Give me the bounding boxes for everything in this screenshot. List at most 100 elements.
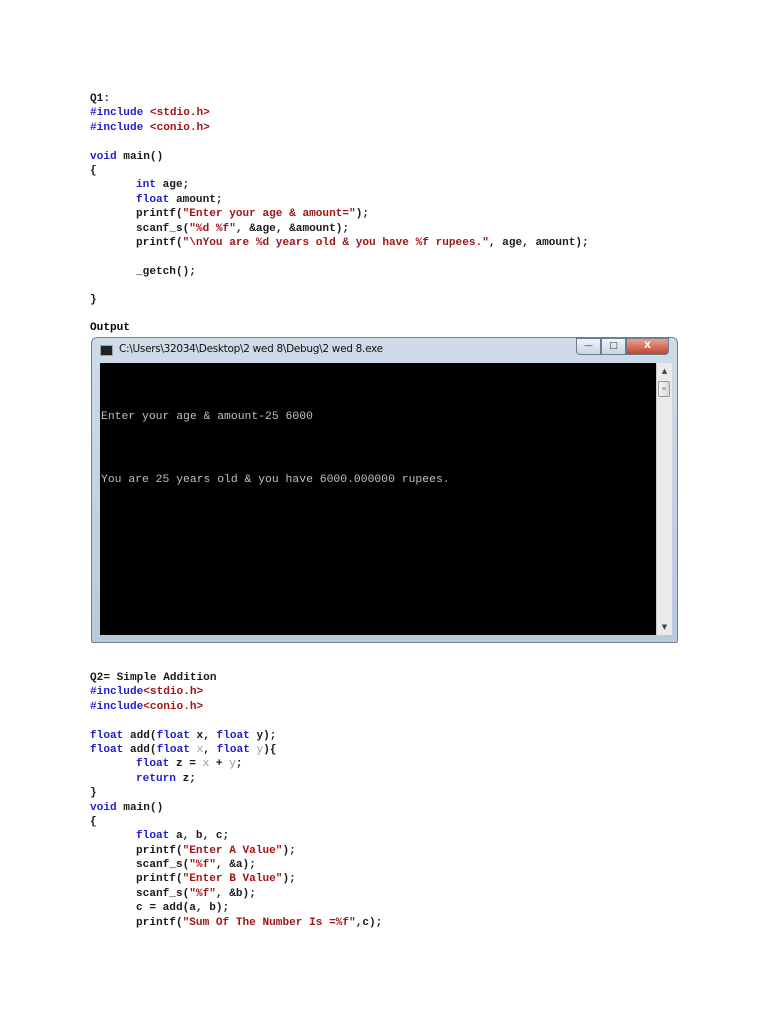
code-token: , &b); — [215, 887, 256, 900]
code-token: add( — [123, 743, 157, 756]
code-token: printf( — [136, 873, 183, 886]
code-keyword: #include — [90, 121, 150, 134]
code-string: "%f" — [189, 887, 216, 900]
console-output-line: Enter your age & amount-25 6000 — [101, 411, 313, 423]
code-token: { — [90, 164, 97, 177]
scroll-up-arrow-icon[interactable]: ▲ — [657, 364, 672, 378]
code-token: printf( — [136, 916, 183, 929]
code-line: float add(float x, float y); — [90, 729, 382, 743]
code-keyword: float — [90, 743, 124, 756]
code-token: } — [90, 787, 97, 800]
code-string: "Enter your age & amount=" — [182, 208, 356, 221]
close-button[interactable]: X — [626, 338, 669, 355]
code-token: printf( — [136, 208, 183, 221]
code-line: printf("Sum Of The Number Is =%f",c); — [90, 916, 382, 930]
code-token: + — [209, 758, 230, 771]
code-line: return z; — [90, 772, 382, 786]
code-token: c = add(a, b); — [136, 902, 230, 915]
code-token: , &a); — [215, 859, 256, 872]
code-token: ); — [355, 208, 370, 221]
code-line: float z = x + y; — [90, 757, 382, 771]
console-output-area: Enter your age & amount-25 6000 You are … — [100, 363, 656, 635]
code-line: float a, b, c; — [90, 829, 382, 843]
code-line: { — [90, 164, 589, 178]
code-token: a, b, c; — [169, 830, 230, 843]
code-line: scanf_s("%f", &a); — [90, 858, 382, 872]
code-line: printf("Enter A Value"); — [90, 844, 382, 858]
console-output-line: You are 25 years old & you have 6000.000… — [101, 474, 450, 486]
code-string: "Sum Of The Number Is =%f" — [182, 916, 356, 929]
code-string: "\nYou are %d years old & you have %f ru… — [182, 236, 489, 249]
code-line: _getch(); — [90, 265, 589, 279]
code-line: } — [90, 786, 382, 800]
code-keyword: float — [90, 729, 124, 742]
code-line: } — [90, 293, 589, 307]
console-app-icon — [100, 345, 113, 356]
code-line: void main() — [90, 801, 382, 815]
code-token: , &age, &amount); — [235, 222, 350, 235]
code-line: #include<conio.h> — [90, 700, 382, 714]
code-line: #include <conio.h> — [90, 121, 589, 135]
maximize-button[interactable]: □ — [601, 338, 626, 355]
code-token: add( — [123, 729, 157, 742]
code-keyword: float — [156, 729, 190, 742]
code-token: scanf_s( — [136, 222, 190, 235]
code-token: main() — [116, 801, 164, 814]
question-heading: Q2= Simple Addition — [90, 672, 217, 684]
code-string: <stdio.h> — [143, 686, 204, 699]
code-string: <conio.h> — [149, 121, 210, 134]
code-line: printf("\nYou are %d years old & you hav… — [90, 236, 589, 250]
vertical-scrollbar[interactable]: ▲ ≡ ▼ — [656, 363, 672, 635]
code-line: void main() — [90, 150, 589, 164]
code-line: #include<stdio.h> — [90, 685, 382, 699]
code-token: z; — [175, 772, 196, 785]
output-label: Output — [90, 322, 130, 334]
code-keyword: #include — [90, 686, 144, 699]
code-keyword: float — [156, 743, 190, 756]
code-token: y); — [249, 729, 277, 742]
code-string: "Enter A Value" — [182, 844, 283, 857]
code-keyword: float — [136, 758, 170, 771]
code-token: amount; — [169, 193, 223, 206]
code-keyword: #include — [90, 700, 144, 713]
code-token: { — [90, 815, 97, 828]
code-token: y — [229, 758, 236, 771]
code-token: x, — [189, 729, 217, 742]
code-token: scanf_s( — [136, 859, 190, 872]
code-line: { — [90, 815, 382, 829]
code-line: Q1: — [90, 92, 589, 106]
scrollbar-thumb[interactable]: ≡ — [658, 381, 670, 397]
code-string: "%d %f" — [189, 222, 236, 235]
code-token: _getch(); — [136, 265, 196, 278]
code-token: ); — [282, 873, 296, 886]
code-line: scanf_s("%d %f", &age, &amount); — [90, 222, 589, 236]
code-string: "Enter B Value" — [182, 873, 283, 886]
q2-code-block: Q2= Simple Addition #include<stdio.h> #inc… — [90, 671, 382, 930]
code-token: , — [203, 743, 217, 756]
code-keyword: float — [216, 729, 250, 742]
code-token: main() — [116, 150, 164, 163]
code-token: printf( — [136, 236, 183, 249]
code-token: printf( — [136, 844, 183, 857]
code-keyword: int — [136, 179, 156, 192]
code-line: float add(float x, float y){ — [90, 743, 382, 757]
code-string: <conio.h> — [143, 700, 204, 713]
console-window-title: C:\Users\32034\Desktop\2 wed 8\Debug\2 w… — [119, 343, 383, 355]
code-line: Q2= Simple Addition — [90, 671, 382, 685]
code-keyword: return — [136, 772, 176, 785]
minimize-button[interactable]: — — [576, 338, 601, 355]
code-keyword: float — [216, 743, 250, 756]
code-token: z = — [169, 758, 203, 771]
code-line: #include <stdio.h> — [90, 106, 589, 120]
scroll-down-arrow-icon[interactable]: ▼ — [657, 620, 672, 634]
code-token: ); — [282, 844, 296, 857]
code-line: c = add(a, b); — [90, 901, 382, 915]
console-window: C:\Users\32034\Desktop\2 wed 8\Debug\2 w… — [91, 337, 678, 643]
code-token: ){ — [263, 743, 277, 756]
console-title-bar[interactable]: C:\Users\32034\Desktop\2 wed 8\Debug\2 w… — [92, 338, 677, 362]
